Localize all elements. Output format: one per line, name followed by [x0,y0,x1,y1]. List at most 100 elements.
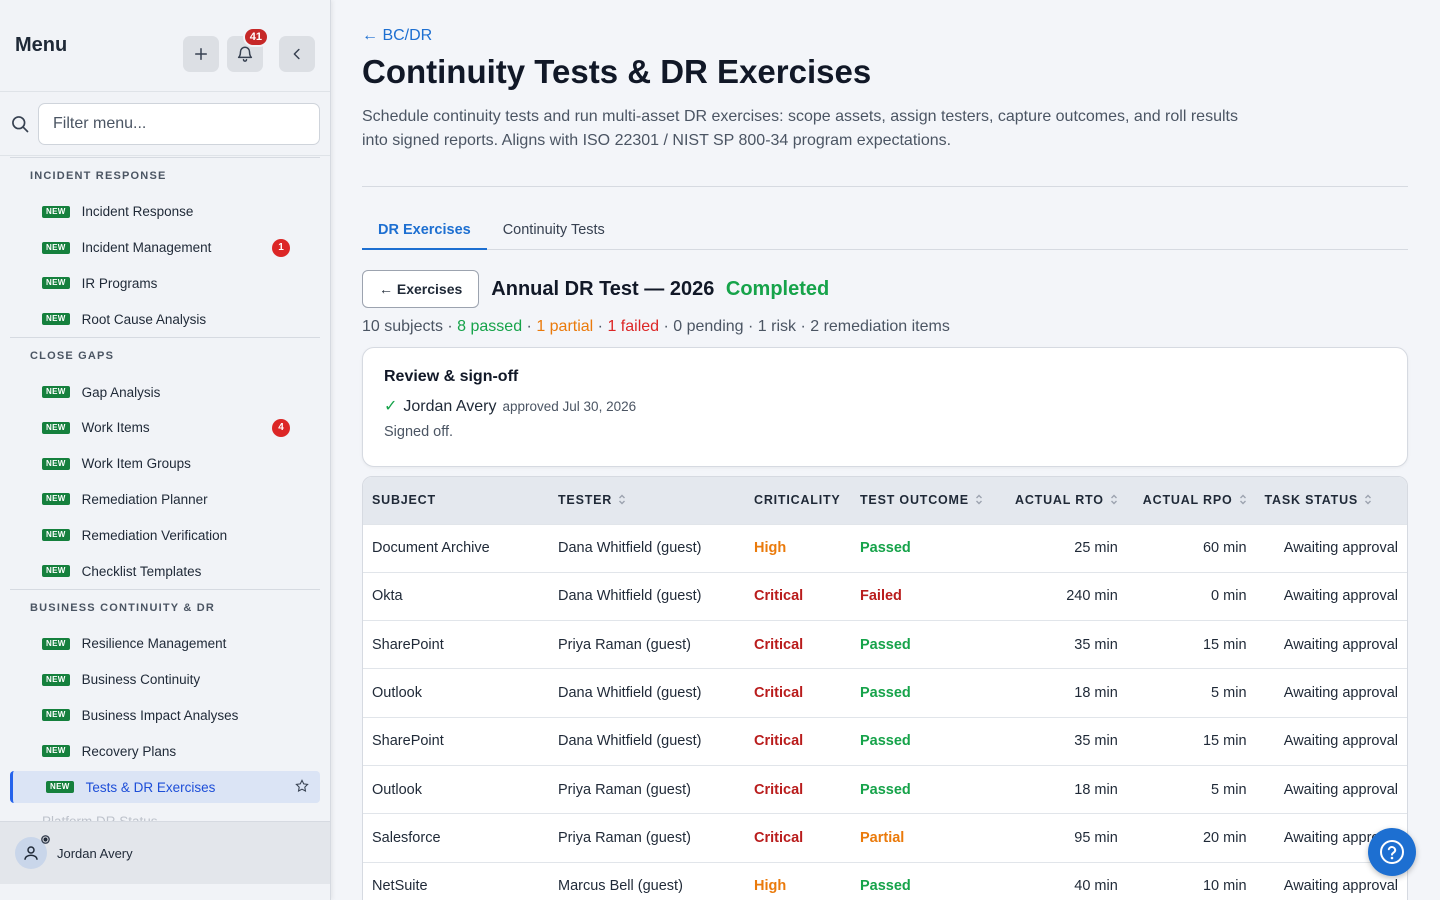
column-header-actual-rto[interactable]: ACTUAL RTO [999,477,1127,524]
column-header-label: TESTER [558,492,613,507]
cell-actual-rpo: 20 min [1202,829,1247,846]
column-header-task-status[interactable]: TASK STATUS [1256,477,1407,524]
approval-meta: approved Jul 30, 2026 [502,399,637,414]
collapse-sidebar-button[interactable] [279,36,315,72]
table-row[interactable]: Outlook Dana Whitfield (guest) Critical Pas… [363,668,1407,717]
review-signoff-card: Review & sign-off ✓ Jordan Avery approve… [362,347,1408,467]
cell-tester: Priya Raman (guest) [558,781,691,798]
cell-test-outcome: Passed [860,781,911,798]
help-button[interactable] [1368,828,1416,876]
cell-actual-rto: 18 min [1074,685,1118,702]
table-row[interactable]: SharePoint Priya Raman (guest) Critical Pas… [363,620,1407,669]
user-profile[interactable]: Jordan Avery [0,821,330,884]
new-badge: NEW [42,205,70,218]
sidebar-nav: INCIDENT RESPONSE NEW Incident Response NEW… [10,157,320,821]
new-badge: NEW [42,386,70,399]
count-badge: 1 [272,238,290,257]
exercise-status: Completed [725,277,830,300]
sort-icon[interactable] [618,494,626,508]
sidebar-item[interactable]: Platform DR Status [10,803,320,821]
summary-failed: 1 failed [607,318,660,335]
summary-risk: 1 risk [757,318,797,335]
new-badge: NEW [42,313,70,326]
sidebar-item[interactable]: NEW Work Item Groups [10,446,320,482]
sidebar-item[interactable]: NEW Business Impact Analyses [10,698,320,734]
sidebar-item[interactable]: NEW Checklist Templates [10,553,320,589]
cell-tester: Dana Whitfield (guest) [558,588,702,605]
filter-menu-input[interactable] [38,102,320,145]
cell-subject: SharePoint [372,733,444,750]
new-badge: NEW [46,781,74,794]
sidebar-item[interactable]: NEW Remediation Planner [10,482,320,518]
breadcrumb-link[interactable]: ← BC/DR [362,27,432,45]
cell-actual-rpo: 15 min [1202,733,1247,750]
cell-actual-rpo: 5 min [1211,685,1247,702]
check-icon: ✓ [384,398,398,415]
star-icon[interactable] [294,778,310,797]
new-badge: NEW [42,421,70,434]
sidebar-item-label: Work Item Groups [81,456,191,472]
sidebar-section: CLOSE GAPS NEW Gap Analysis NEW Work Items 4 N… [10,337,320,589]
sidebar-section: BUSINESS CONTINUITY & DR NEW Resilience Ma… [10,588,320,821]
tab-continuity-tests[interactable]: Continuity Tests [487,213,621,250]
table-row[interactable]: SharePoint Dana Whitfield (guest) Critical… [363,717,1407,765]
cell-tester: Marcus Bell (guest) [558,878,683,895]
cell-subject: Document Archive [372,540,490,557]
cell-test-outcome: Partial [860,829,905,846]
cell-actual-rpo: 15 min [1202,636,1247,653]
sidebar-item[interactable]: NEW Gap Analysis [10,374,320,410]
column-header-actual-rpo[interactable]: ACTUAL RPO [1127,477,1256,524]
cell-actual-rpo: 5 min [1211,781,1247,798]
cell-actual-rto: 95 min [1074,829,1118,846]
sidebar-item[interactable]: NEW Work Items 4 [10,410,320,446]
exercise-name: Annual DR Test — 2026 [491,277,715,300]
column-header-label: ACTUAL RTO [1015,492,1104,507]
results-table: SUBJECT TESTER CRITICALITY TEST OUTCOME ACTU… [363,477,1407,900]
sort-icon[interactable] [1239,494,1247,508]
sort-icon[interactable] [1110,494,1118,508]
new-badge: NEW [42,745,70,758]
exercise-summary: 10 subjects · 8 passed · 1 partial · 1 f… [362,318,950,336]
sidebar-section-title: CLOSE GAPS [30,350,115,363]
notifications-button[interactable]: 41 [227,27,269,72]
cell-task-status: Awaiting approval [1283,685,1398,702]
sidebar-item[interactable]: NEW Remediation Verification [10,517,320,553]
sidebar-item-label: Resilience Management [81,636,227,652]
sidebar-item[interactable]: NEW Resilience Management [10,626,320,662]
sort-icon[interactable] [1364,494,1372,508]
sidebar-item[interactable]: NEW Tests & DR Exercises [10,771,320,804]
sidebar-header: Menu 41 [0,0,330,92]
table-row[interactable]: Document Archive Dana Whitfield (guest) Hi… [363,524,1407,572]
cell-actual-rto: 240 min [1066,588,1118,605]
sidebar-item[interactable]: NEW IR Programs [10,266,320,302]
sidebar-item-label: Root Cause Analysis [81,311,207,327]
column-header-subject: SUBJECT [363,477,549,524]
column-header-tester[interactable]: TESTER [549,477,745,524]
add-button[interactable] [183,36,219,72]
cell-task-status: Awaiting approval [1283,636,1398,653]
page-description: Schedule continuity tests and run multi-… [362,108,1238,149]
sidebar-item[interactable]: NEW Business Continuity [10,662,320,698]
column-header-criticality: CRITICALITY [745,477,851,524]
cell-test-outcome: Passed [860,540,911,557]
sidebar-item-label: Business Continuity [81,672,201,688]
new-badge: NEW [42,565,70,578]
new-badge: NEW [42,493,70,506]
table-row[interactable]: Okta Dana Whitfield (guest) Critical Failed… [363,572,1407,620]
sidebar-item[interactable]: NEW Root Cause Analysis [10,301,320,337]
sidebar-item[interactable]: NEW Incident Management 1 [10,230,320,266]
table-row[interactable]: NetSuite Marcus Bell (guest) High Passed 40 … [363,862,1407,900]
column-header-test-outcome[interactable]: TEST OUTCOME [851,477,999,524]
sidebar-item[interactable]: NEW Incident Response [10,194,320,230]
count-badge: 4 [272,418,290,437]
summary-remediation: 2 remediation items [810,318,950,335]
table-row[interactable]: Salesforce Priya Raman (guest) Critical Par… [363,813,1407,862]
tab-dr-exercises[interactable]: DR Exercises [362,213,487,250]
summary-separator: · [796,318,811,335]
sidebar-item-label: Remediation Planner [81,491,208,507]
sidebar-item[interactable]: NEW Recovery Plans [10,733,320,769]
back-to-exercises-button[interactable]: ← Exercises [362,270,480,308]
sort-icon[interactable] [975,494,983,508]
sidebar-item-label: Checklist Templates [81,563,202,579]
table-row[interactable]: Outlook Priya Raman (guest) Critical Passed… [363,765,1407,813]
